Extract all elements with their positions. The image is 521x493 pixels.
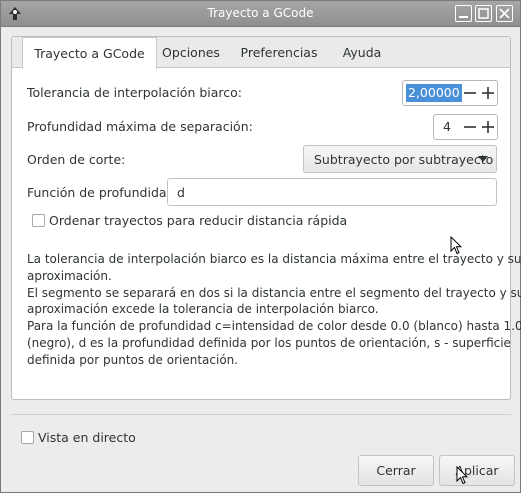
live-preview-label[interactable]: Vista en directo <box>38 430 136 445</box>
order-value: Subtrayecto por subtrayecto <box>314 152 494 167</box>
help-line: aproximación excede la tolerancia de int… <box>27 302 379 317</box>
help-line: La tolerancia de interpolación biarco es… <box>27 252 521 266</box>
depth-increment-button[interactable] <box>479 115 497 139</box>
depth-label: Profundidad máxima de separación: <box>27 119 253 134</box>
plus-icon <box>482 87 494 99</box>
chevron-down-icon <box>478 156 488 162</box>
depth-spinbutton[interactable]: 4 <box>433 114 498 140</box>
dialog-window: Trayecto a GCode Trayecto a GCode Opcion… <box>0 0 521 493</box>
tab-trayecto-a-gcode[interactable]: Trayecto a GCode <box>22 37 157 69</box>
help-line: El segmento se separará en dos si la dis… <box>27 285 521 300</box>
help-text: La tolerancia de interpolación biarco es… <box>27 251 521 369</box>
separator <box>11 414 511 415</box>
mouse-pointer-icon <box>456 466 468 485</box>
close-icon <box>499 8 510 19</box>
tolerance-value[interactable]: 2,00000 <box>406 84 462 102</box>
close-window-button[interactable] <box>496 5 513 22</box>
order-label: Orden de corte: <box>27 152 126 167</box>
tolerance-label: Tolerancia de interpolación biarco: <box>27 85 243 100</box>
tolerance-decrement-button[interactable] <box>461 81 479 105</box>
tolerance-increment-button[interactable] <box>479 81 497 105</box>
depth-decrement-button[interactable] <box>461 115 479 139</box>
maximize-icon <box>478 8 489 19</box>
depth-function-label: Función de profundidad: <box>27 185 179 200</box>
maximize-button[interactable] <box>475 5 492 22</box>
plus-icon <box>482 121 494 133</box>
title-bar[interactable]: Trayecto a GCode <box>1 1 520 27</box>
help-line: (negro), d es la profundidad definida po… <box>27 335 511 350</box>
tab-opciones[interactable]: Opciones <box>157 37 225 68</box>
sort-paths-label[interactable]: Ordenar trayectos para reducir distancia… <box>49 213 347 228</box>
live-preview-checkbox[interactable] <box>21 431 34 444</box>
help-line: Para la función de profundidad c=intensi… <box>27 319 521 334</box>
minus-icon <box>464 92 476 94</box>
depth-function-input[interactable]: d <box>167 178 497 206</box>
tab-preferencias[interactable]: Preferencias <box>235 37 323 68</box>
depth-value[interactable]: 4 <box>441 118 453 136</box>
help-line: aproximación. <box>27 268 112 283</box>
minimize-icon <box>459 16 468 18</box>
depth-function-value: d <box>177 185 185 200</box>
mouse-pointer-icon <box>450 236 462 255</box>
minus-icon <box>464 126 476 128</box>
tab-bar: Trayecto a GCode Opciones Preferencias A… <box>12 37 510 69</box>
close-button[interactable]: Cerrar <box>358 455 434 486</box>
tab-ayuda[interactable]: Ayuda <box>333 37 391 68</box>
minimize-button[interactable] <box>455 5 472 22</box>
sort-paths-checkbox[interactable] <box>32 214 45 227</box>
notebook-panel: Trayecto a GCode Opciones Preferencias A… <box>11 36 521 400</box>
help-line: definida por puntos de orientación. <box>27 352 239 367</box>
window-title: Trayecto a GCode <box>207 6 314 20</box>
tolerance-spinbutton[interactable]: 2,00000 <box>402 80 498 106</box>
order-combobox[interactable]: Subtrayecto por subtrayecto <box>303 145 497 173</box>
apply-button[interactable]: Aplicar <box>439 455 515 486</box>
